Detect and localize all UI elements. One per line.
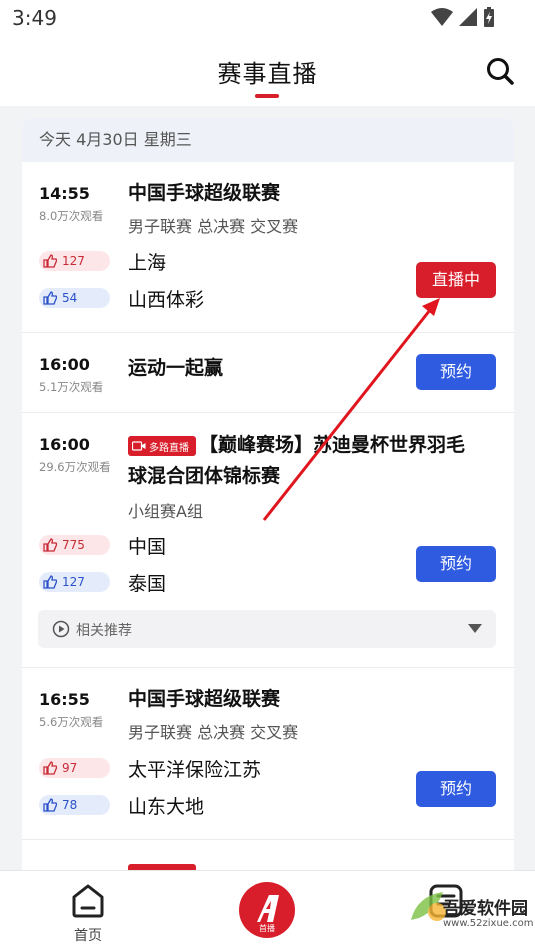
match-title-line1: 【巅峰赛场】苏迪曼杯世界羽毛 (199, 434, 466, 456)
match-subtitle: 男子联赛 总决赛 交叉赛 (128, 217, 299, 236)
thumbs-up-icon (43, 798, 57, 812)
team-a-name: 上海 (128, 252, 167, 274)
team-b-like-button[interactable]: 78 (39, 795, 110, 815)
tab-home[interactable]: 首页 (58, 871, 118, 951)
watermark-url: www.52zixue.com (443, 918, 534, 929)
live-button[interactable]: 直播中 (416, 262, 496, 298)
match-subtitle: 小组赛A组 (128, 502, 203, 521)
wifi-icon (431, 8, 453, 26)
match-title: 中国手球超级联赛 (128, 182, 281, 204)
thumbs-up-icon (43, 575, 57, 589)
thumbs-up-icon (43, 291, 57, 305)
related-recommendations[interactable]: 相关推荐 (38, 610, 496, 648)
battery-icon (484, 7, 494, 27)
match-views: 8.0万次观看 (39, 209, 104, 223)
watermark: 吾爱软件园 www.52zixue.com (405, 882, 535, 951)
match-views: 29.6万次观看 (39, 460, 111, 474)
team-a-likes: 127 (62, 254, 85, 268)
chevron-down-icon (468, 624, 482, 633)
thumbs-up-icon (43, 538, 57, 552)
team-a-name: 太平洋保险江苏 (128, 759, 262, 781)
signal-icon (459, 8, 477, 26)
page-title: 赛事直播 (217, 60, 318, 88)
badge-label: 多路直播 (149, 442, 189, 454)
date-header: 今天 4月30日 星期三 (22, 118, 514, 162)
match-views: 5.6万次观看 (39, 715, 104, 729)
match-time: 16:00 (39, 355, 90, 374)
match-item[interactable]: 16:00 29.6万次观看 多路直播 【巅峰赛场】苏迪曼杯世界羽毛 球混合团体… (22, 413, 514, 668)
reserve-button[interactable]: 预约 (416, 546, 496, 582)
tab-center[interactable]: 首播 (239, 882, 295, 938)
team-a-likes: 97 (62, 761, 78, 775)
team-a-like-button[interactable]: 775 (39, 535, 110, 555)
team-b-likes: 127 (62, 575, 85, 589)
match-item-partial[interactable] (22, 840, 514, 870)
team-a-like-button[interactable]: 97 (39, 758, 110, 778)
status-bar: 3:49 (0, 0, 535, 36)
title-underline (255, 94, 279, 98)
team-b-like-button[interactable]: 54 (39, 288, 110, 308)
search-icon (487, 58, 514, 85)
tab-center-label: 首播 (259, 924, 275, 933)
match-item[interactable]: 16:55 5.6万次观看 中国手球超级联赛 男子联赛 总决赛 交叉赛 97 太… (22, 668, 514, 840)
thumbs-up-icon (43, 254, 57, 268)
team-b-likes: 54 (62, 291, 78, 305)
watermark-name: 吾爱软件园 (443, 899, 528, 919)
camera-icon (132, 441, 146, 451)
team-b-name: 泰国 (128, 573, 167, 595)
match-title: 运动一起赢 (128, 357, 224, 379)
match-views: 5.1万次观看 (39, 380, 104, 394)
match-title: 中国手球超级联赛 (128, 688, 281, 710)
related-label: 相关推荐 (76, 623, 132, 639)
status-icons (431, 7, 495, 27)
match-time: 16:00 (39, 435, 90, 454)
page-header: 赛事直播 (0, 36, 535, 106)
team-a-name: 中国 (128, 536, 167, 558)
status-time: 3:49 (12, 6, 57, 30)
match-time: 16:55 (39, 690, 90, 709)
home-icon (72, 884, 104, 918)
play-circle-icon (52, 620, 70, 638)
match-subtitle: 男子联赛 总决赛 交叉赛 (128, 723, 299, 742)
match-title-line2: 球混合团体锦标赛 (128, 465, 281, 487)
team-a-likes: 775 (62, 538, 85, 552)
match-time: 14:55 (39, 184, 90, 203)
schedule-list: 今天 4月30日 星期三 14:55 8.0万次观看 中国手球超级联赛 男子联赛… (22, 118, 514, 870)
team-b-likes: 78 (62, 798, 78, 812)
team-b-like-button[interactable]: 127 (39, 572, 110, 592)
match-item[interactable]: 16:00 5.1万次观看 运动一起赢 预约 (22, 333, 514, 413)
tab-home-label: 首页 (74, 928, 102, 944)
reserve-button[interactable]: 预约 (416, 354, 496, 390)
multi-stream-badge: 多路直播 (128, 436, 196, 456)
team-b-name: 山东大地 (128, 796, 205, 818)
thumbs-up-icon (43, 761, 57, 775)
match-item[interactable]: 14:55 8.0万次观看 中国手球超级联赛 男子联赛 总决赛 交叉赛 127 … (22, 162, 514, 333)
team-a-like-button[interactable]: 127 (39, 251, 110, 271)
reserve-button[interactable]: 预约 (416, 771, 496, 807)
search-button[interactable] (485, 56, 515, 86)
team-b-name: 山西体彩 (128, 289, 205, 311)
